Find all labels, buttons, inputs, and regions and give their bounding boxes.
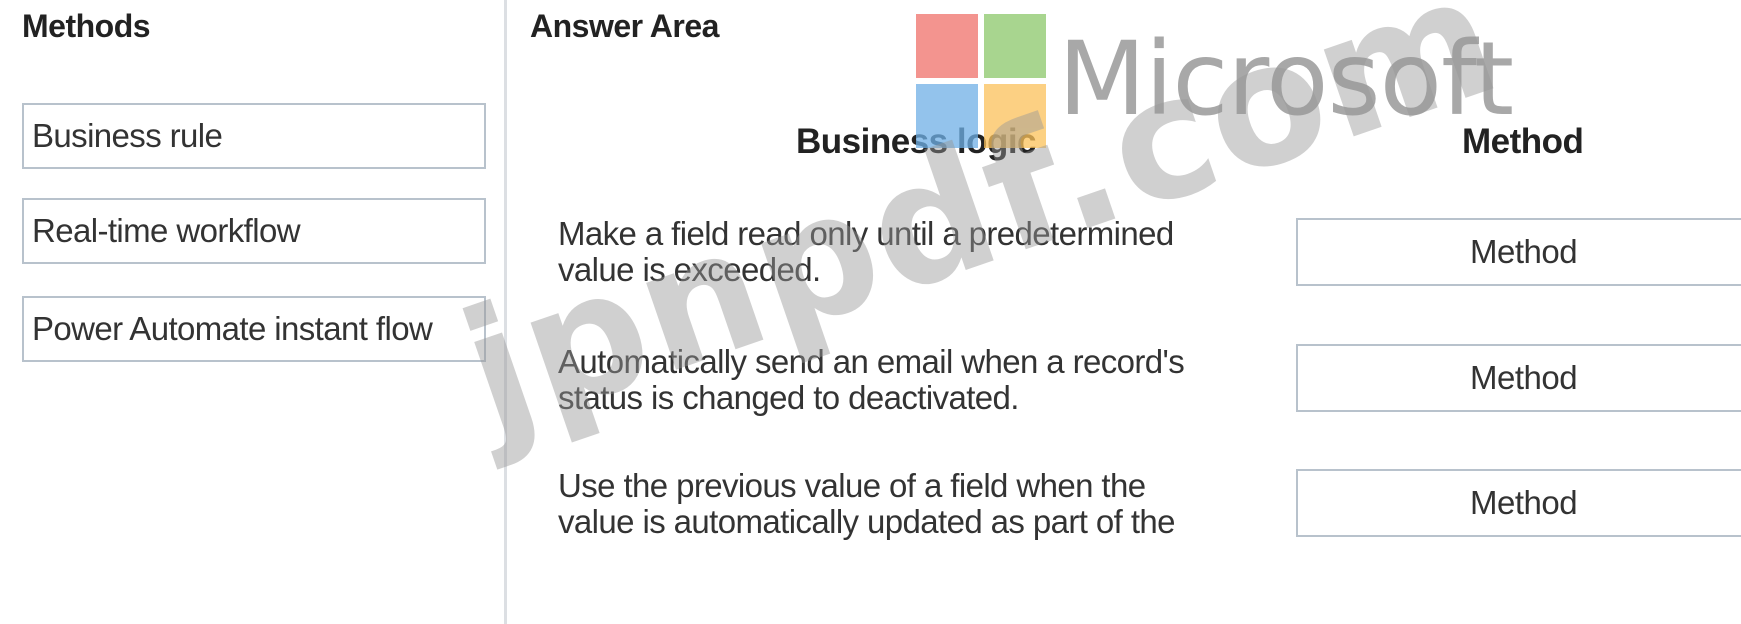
- method-drop-target[interactable]: Method: [1296, 218, 1741, 286]
- microsoft-wordmark: Microsoft: [1058, 20, 1514, 139]
- method-option-business-rule[interactable]: Business rule: [22, 103, 486, 169]
- methods-panel-title: Methods: [22, 8, 151, 44]
- method-drop-target[interactable]: Method: [1296, 469, 1741, 537]
- method-drop-target[interactable]: Method: [1296, 344, 1741, 412]
- logo-square-red: [916, 14, 978, 78]
- business-logic-statement: Automatically send an email when a recor…: [558, 344, 1278, 416]
- method-option-real-time-workflow[interactable]: Real-time workflow: [22, 198, 486, 264]
- business-logic-line: value is exceeded.: [558, 251, 821, 288]
- microsoft-logo-icon: [916, 14, 1046, 148]
- business-logic-statement: Make a field read only until a predeterm…: [558, 216, 1278, 288]
- logo-square-yellow: [984, 84, 1046, 148]
- business-logic-line: Automatically send an email when a recor…: [558, 343, 1185, 380]
- logo-square-green: [984, 14, 1046, 78]
- business-logic-line: status is changed to deactivated.: [558, 379, 1019, 416]
- business-logic-line: Use the previous value of a field when t…: [558, 467, 1146, 504]
- business-logic-statement: Use the previous value of a field when t…: [558, 468, 1278, 540]
- logo-square-blue: [916, 84, 978, 148]
- answer-area-title: Answer Area: [530, 8, 719, 44]
- method-option-power-automate-instant-flow[interactable]: Power Automate instant flow: [22, 296, 486, 362]
- business-logic-line: value is automatically updated as part o…: [558, 503, 1175, 540]
- panel-divider: [504, 0, 507, 624]
- business-logic-line: Make a field read only until a predeterm…: [558, 215, 1174, 252]
